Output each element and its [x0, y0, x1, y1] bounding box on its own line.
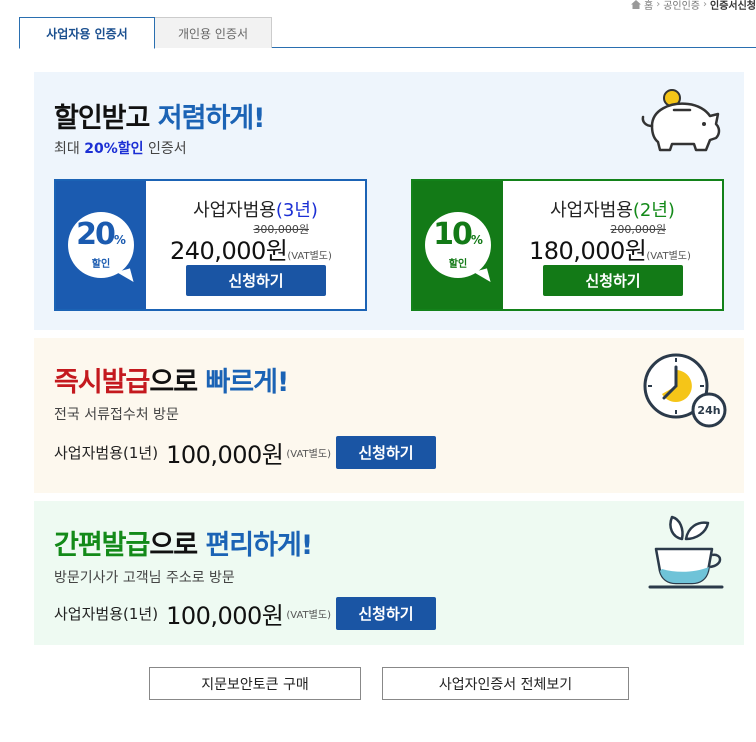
product-name-text: 사업자범용: [193, 200, 276, 221]
discount-badge: 10% 할인: [425, 212, 491, 278]
headline-part: 할인받고: [54, 103, 150, 134]
price: 100,000원: [166, 602, 284, 630]
headline-part: 간편발급: [54, 530, 150, 561]
vat-note: (VAT별도): [646, 251, 691, 262]
product-name-text: 사업자범용: [550, 200, 633, 221]
product-name: 사업자범용(2년): [503, 196, 722, 222]
instant-product-row: 사업자범용(1년) 100,000원 (VAT별도) 신청하기: [54, 435, 436, 470]
discount-number: 20: [76, 217, 116, 252]
breadcrumb: 홈 › 공인인증 › 인증서신청: [630, 0, 756, 12]
discount-headline: 할인받고 저렴하게!: [54, 96, 266, 135]
product-name: 사업자범용(3년): [146, 196, 365, 222]
easy-headline: 간편발급으로 편리하게!: [54, 523, 313, 562]
easy-issue-panel: 간편발급으로 편리하게! 방문기사가 고객님 주소로 방문 사업자범용(1년) …: [34, 501, 744, 645]
product-term: (3년): [275, 200, 318, 221]
headline-part: 즉시발급: [54, 367, 150, 398]
instant-subtitle: 전국 서류접수처 방문: [54, 407, 179, 423]
apply-button-3yr[interactable]: 신청하기: [186, 265, 326, 296]
vat-note: (VAT별도): [286, 449, 331, 460]
vat-note: (VAT별도): [286, 610, 331, 621]
percent-sign: %: [470, 233, 483, 247]
discount-badge-area: 20% 할인: [56, 181, 146, 309]
headline-part: 으로: [149, 367, 198, 398]
product-card-3yr: 20% 할인 사업자범용(3년) 300,000원 240,000원(VAT별도…: [54, 179, 367, 311]
subtitle-part: 최대: [54, 141, 80, 157]
chevron-right-icon: ›: [656, 0, 661, 10]
tea-cup-icon: [648, 515, 724, 589]
subtitle-part: 인증서: [147, 141, 187, 157]
sale-price: 180,000원: [529, 237, 647, 265]
chevron-right-icon: ›: [703, 0, 707, 10]
discount-badge-area: 10% 할인: [413, 181, 503, 309]
discount-badge: 20% 할인: [68, 212, 134, 278]
instant-issue-panel: 즉시발급으로 빠르게! 전국 서류접수처 방문 사업자범용(1년) 100,00…: [34, 338, 744, 493]
price: 100,000원: [166, 441, 284, 469]
tab-business-certificate[interactable]: 사업자용 인증서: [19, 17, 155, 49]
discount-number: 10: [433, 217, 473, 252]
headline-part: 저렴하게!: [157, 103, 266, 134]
product-card-2yr: 10% 할인 사업자범용(2년) 200,000원 180,000원(VAT별도…: [411, 179, 724, 311]
headline-part: 편리하게!: [205, 530, 313, 561]
discount-label: 할인: [448, 259, 468, 270]
apply-button-2yr[interactable]: 신청하기: [543, 265, 683, 296]
breadcrumb-home[interactable]: 홈: [644, 0, 653, 12]
percent-sign: %: [113, 233, 126, 247]
discount-label: 할인: [91, 259, 111, 270]
apply-button-easy[interactable]: 신청하기: [335, 597, 436, 630]
vat-note: (VAT별도): [287, 251, 332, 262]
product-info: 사업자범용(2년) 200,000원 180,000원(VAT별도) 신청하기: [503, 181, 722, 309]
home-icon[interactable]: [630, 0, 641, 9]
discount-panel: 할인받고 저렴하게! 최대 20%할인 인증서 20% 할인 사업자범용(3년)…: [34, 72, 744, 330]
clock-24h-icon: 24h: [643, 353, 727, 428]
headline-part: 빠르게!: [205, 367, 289, 398]
discount-percent: 20%: [76, 220, 126, 255]
breadcrumb-level1[interactable]: 공인인증: [663, 0, 700, 12]
product-info: 사업자범용(3년) 300,000원 240,000원(VAT별도) 신청하기: [146, 181, 365, 309]
price-row: 180,000원(VAT별도): [529, 231, 691, 266]
buy-fingerprint-token-button[interactable]: 지문보안토큰 구매: [149, 667, 361, 700]
easy-product-row: 사업자범용(1년) 100,000원 (VAT별도) 신청하기: [54, 596, 436, 631]
apply-button-instant[interactable]: 신청하기: [335, 436, 436, 469]
instant-headline: 즉시발급으로 빠르게!: [54, 360, 289, 399]
headline-part: 으로: [149, 530, 198, 561]
subtitle-highlight: 20%할인: [84, 141, 144, 157]
discount-percent: 10%: [433, 220, 483, 255]
price-row: 240,000원(VAT별도): [170, 231, 332, 266]
clock-badge-text: 24h: [697, 404, 720, 417]
product-name: 사업자범용(1년): [54, 605, 159, 623]
discount-subtitle: 최대 20%할인 인증서: [54, 138, 187, 158]
easy-subtitle: 방문기사가 고객님 주소로 방문: [54, 570, 235, 586]
certificate-tabs: 사업자용 인증서 개인용 인증서: [19, 17, 756, 49]
tab-personal-certificate[interactable]: 개인용 인증서: [155, 17, 272, 48]
piggy-bank-icon: [641, 89, 721, 152]
breadcrumb-current: 인증서신청: [710, 1, 756, 12]
view-all-business-certificates-button[interactable]: 사업자인증서 전체보기: [382, 667, 629, 700]
sale-price: 240,000원: [170, 237, 288, 265]
product-name: 사업자범용(1년): [54, 444, 159, 462]
product-term: (2년): [632, 200, 675, 221]
